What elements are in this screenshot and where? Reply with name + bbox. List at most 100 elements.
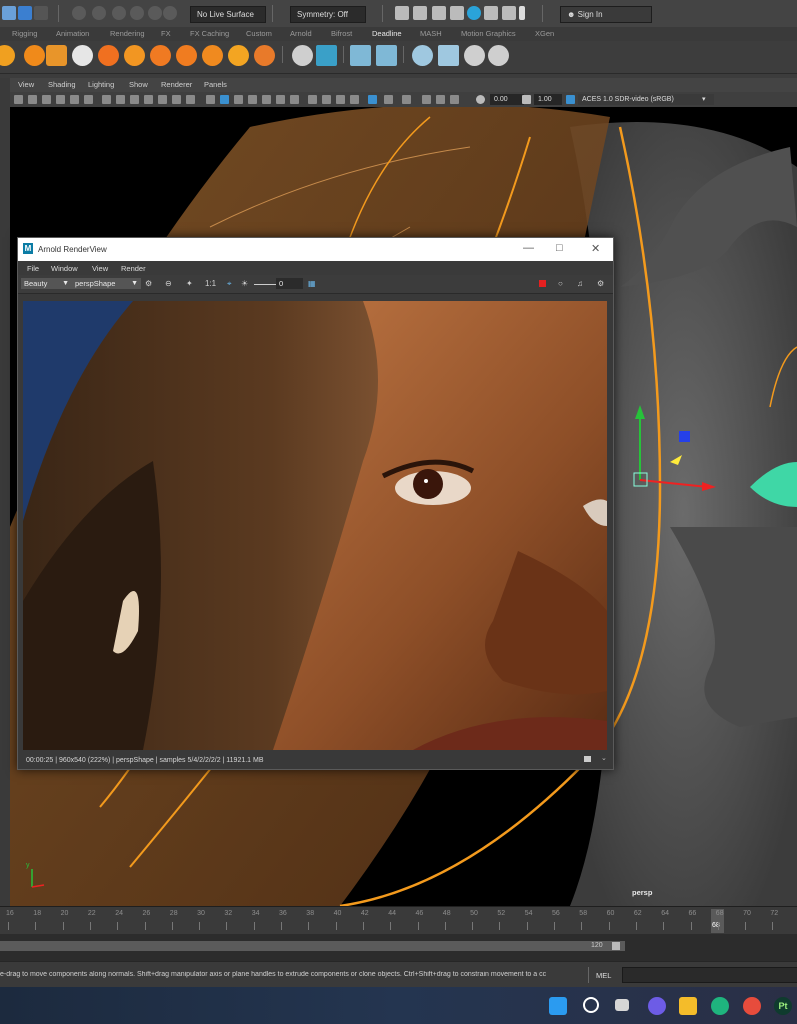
render-view-menu-render[interactable]: Render [121,264,146,273]
shelf-tab-arnold[interactable]: Arnold [290,28,312,40]
stop-render-icon[interactable] [539,280,546,287]
film-gate-icon[interactable] [116,95,125,104]
snap-view-plane-icon[interactable] [130,6,144,20]
xray-icon[interactable] [368,95,377,104]
wireframe-on-shaded-icon[interactable] [234,95,243,104]
shelf-tab-rigging[interactable]: Rigging [12,28,37,40]
sign-in-dropdown[interactable]: ☻ Sign In [560,6,652,23]
render-settings-icon[interactable]: ⚙ [145,279,152,288]
snap-live-icon[interactable] [148,6,162,20]
wireframe-icon[interactable] [206,95,215,104]
camera-dropdown[interactable]: perspShape ▼ [72,278,141,289]
live-surface-dropdown[interactable]: No Live Surface [190,6,266,23]
task-view-icon[interactable] [615,999,629,1011]
render-view-menu-view[interactable]: View [92,264,108,273]
camera-attributes-icon[interactable] [14,95,23,104]
command-line-input[interactable] [622,967,797,983]
shelf-tab-animation[interactable]: Animation [56,28,89,40]
arnold-physical-sky-icon[interactable] [124,45,145,66]
panel-menu-panels[interactable]: Panels [204,80,227,89]
ipr-render-icon[interactable] [413,6,427,20]
chrome-browser-icon[interactable] [743,997,761,1015]
exposure-slider[interactable] [254,284,276,285]
camera-reset-icon[interactable] [422,95,431,104]
range-bar[interactable] [0,941,625,951]
anti-aliasing-icon[interactable] [322,95,331,104]
resolution-gate-icon[interactable] [130,95,139,104]
refresh-icon[interactable]: ○ [558,279,563,288]
shadows-icon[interactable] [276,95,285,104]
range-handle[interactable] [612,942,620,950]
render-view-menu-file[interactable]: File [27,264,39,273]
search-icon[interactable] [583,997,599,1013]
safe-action-icon[interactable] [172,95,181,104]
lut-icon[interactable]: ▦ [308,279,316,288]
chevron-down-icon[interactable]: ⌄ [601,754,607,762]
arnold-render-view-window[interactable]: M Arnold RenderView — □ ✕ File Window View… [17,237,614,770]
shelf-tab-deadline[interactable]: Deadline [372,28,402,40]
arnold-light-portal-icon[interactable] [150,45,171,66]
exposure-icon[interactable] [476,95,485,104]
panel-menu-lighting[interactable]: Lighting [88,80,114,89]
snap-curve-icon[interactable] [92,6,106,20]
smooth-shade-icon[interactable] [220,95,229,104]
panel-menu-view[interactable]: View [18,80,34,89]
image-plane-icon[interactable] [42,95,51,104]
use-all-lights-icon[interactable] [262,95,271,104]
arnold-tx-manager-icon[interactable] [316,45,337,66]
xray-joints-icon[interactable] [384,95,393,104]
bookmark-icon[interactable] [56,95,65,104]
isolate-select-icon[interactable] [350,95,359,104]
render-view-icon[interactable] [484,6,498,20]
hypershade-icon[interactable] [450,6,464,20]
camera-bookmark-icon[interactable] [28,95,37,104]
aov-dropdown[interactable]: Beauty ▼ [21,278,72,289]
panel-menu-renderer[interactable]: Renderer [161,80,192,89]
arnold-skydome-icon[interactable] [98,45,119,66]
pause-viewport-icon[interactable] [519,6,525,20]
mel-label[interactable]: MEL [596,971,611,980]
arnold-mesh-light-icon[interactable] [46,45,67,66]
gamma-icon[interactable] [522,95,531,104]
arnold-photometric-light-icon[interactable] [72,45,93,66]
view-transform-arrow[interactable]: ▾ [698,94,714,105]
close-icon[interactable]: ✕ [591,242,600,255]
grid-icon[interactable] [102,95,111,104]
snap-menu-icon[interactable] [163,6,177,20]
shelf-tab-mash[interactable]: MASH [420,28,442,40]
shelf-tab-motion-graphics[interactable]: Motion Graphics [461,28,516,40]
maximize-icon[interactable]: □ [556,242,563,254]
exposure-field[interactable]: 0.00 [490,94,524,105]
grease-pencil-icon[interactable] [84,95,93,104]
arnold-eraser-icon[interactable] [488,45,509,66]
minimize-icon[interactable]: — [523,242,534,254]
motion-blur-icon[interactable] [308,95,317,104]
render-settings-icon[interactable] [432,6,446,20]
snapshot-icon[interactable] [584,756,591,762]
ratio-label[interactable]: 1:1 [205,279,216,288]
edge-browser-icon[interactable] [711,997,729,1015]
arnold-render-icon[interactable] [467,6,481,20]
frame-all-icon[interactable] [436,95,445,104]
arnold-volume-icon[interactable] [176,45,197,66]
depth-of-field-icon[interactable] [336,95,345,104]
arnold-area-light-icon[interactable] [24,45,45,66]
shelf-tab-rendering[interactable]: Rendering [110,28,145,40]
view-transform-dropdown[interactable]: ACES 1.0 SDR-video (sRGB) [578,94,704,105]
substance-painter-icon[interactable]: Pt [774,997,792,1015]
safe-title-icon[interactable] [186,95,195,104]
shelf-tab-fx-caching[interactable]: FX Caching [190,28,229,40]
textured-icon[interactable] [248,95,257,104]
render-view-menu-window[interactable]: Window [51,264,78,273]
xray-components-icon[interactable] [402,95,411,104]
arnold-settings-icon[interactable] [292,45,313,66]
light-editor-icon[interactable] [502,6,516,20]
ipr-icon[interactable]: ♫ [577,279,583,288]
snap-grid-icon[interactable] [72,6,86,20]
panel-menu-shading[interactable]: Shading [48,80,76,89]
arnold-toon-icon[interactable] [464,45,485,66]
render-canvas[interactable] [23,301,607,750]
range-slider[interactable]: 120 [0,934,797,961]
arnold-flush-icon[interactable] [228,45,249,66]
select-tool-icon[interactable] [2,6,16,20]
